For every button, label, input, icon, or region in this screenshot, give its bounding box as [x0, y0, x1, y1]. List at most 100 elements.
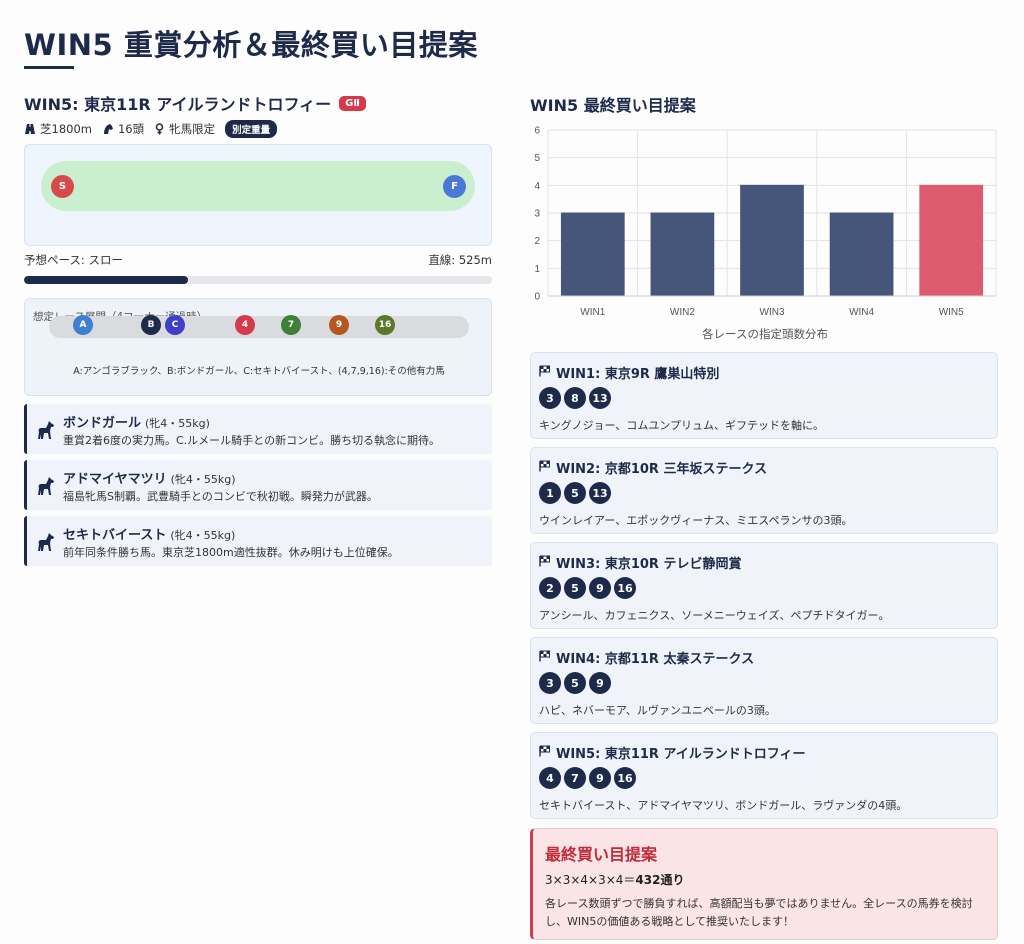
runners-meta: 16頭: [102, 121, 144, 137]
y-tick-label: 1: [534, 264, 540, 275]
win-title: WIN4: 京都11R 太秦ステークス: [539, 648, 754, 667]
bar-win3: [740, 184, 804, 297]
formation-legend: A:アンゴラブラック、B:ボンドガール、C:セキトバイースト、(4,7,9,16…: [73, 366, 445, 377]
race-header: WIN5: 東京11R アイルランドトロフィー GⅡ: [24, 92, 492, 114]
win-card-4: WIN4: 京都11R 太秦ステークス 3 5 9 ハピ、ネバーモア、ルヴァンユニベール…: [530, 637, 998, 724]
pace-bar-fill: [24, 276, 188, 284]
pick-row: 2 5 9 16: [539, 577, 639, 599]
pace-label: 予想ペース: スロー: [24, 253, 123, 267]
pick-row: 1 5 13: [539, 482, 614, 504]
bar-win4: [829, 212, 894, 297]
weight-rule-badge: 別定重量: [225, 120, 278, 138]
formation-horse-4: 4: [235, 315, 255, 335]
straight-label: 直線: 525m: [428, 253, 492, 267]
horse-info: (牝4・55kg): [170, 529, 236, 542]
final-formula: 3×3×4×3×4＝432通り: [545, 873, 685, 887]
win-title: WIN3: 東京10R テレビ静岡賞: [539, 553, 741, 572]
win-card-2: WIN2: 京都10R 三年坂ステークス 1 5 13 ウインレイアー、エポックヴィーナ…: [530, 447, 998, 534]
pick-number: 16: [614, 767, 636, 789]
final-total: 432通り: [635, 873, 685, 887]
y-tick-label: 5: [534, 153, 540, 164]
horse-icon: [35, 531, 57, 557]
pick-number: 5: [564, 672, 586, 694]
win-description: セキトバイースト、アドマイヤマツリ、ボンドガール、ラヴァンダの4頭。: [539, 799, 908, 812]
y-tick-label: 3: [534, 209, 540, 220]
chart-svg: 0 1 2 3 4 5 6 WIN1 WIN2 WIN3 WIN4 WIN5: [534, 126, 997, 318]
finish-marker: F: [443, 175, 466, 198]
pick-number: 9: [589, 577, 611, 599]
chart-xlabel: 各レースの指定頭数分布: [702, 327, 828, 341]
formation-horse-C: C: [165, 315, 185, 335]
pick-number: 7: [564, 767, 586, 789]
formation-diagram: 想定レース展開（4コーナー通過時） ABC47916 A:アンゴラブラック、B:…: [24, 298, 492, 396]
checkered-flag-icon: [539, 460, 556, 476]
horse-icon: [35, 419, 57, 445]
pick-number: 4: [539, 767, 561, 789]
pick-number: 5: [564, 482, 586, 504]
formation-horse-9: 9: [329, 315, 349, 335]
pick-number: 1: [539, 482, 561, 504]
win-description: キングノジョー、コムユンプリュム、ギフテッドを軸に。: [539, 419, 825, 432]
win-description: アンシール、カフェニクス、ソーメニーウェイズ、ペプチドタイガー。: [539, 609, 890, 622]
formation-horse-A: A: [73, 315, 93, 335]
pick-number: 5: [564, 577, 586, 599]
pick-number: 9: [589, 767, 611, 789]
checkered-flag-icon: [539, 555, 556, 571]
win-description: ウインレイアー、エポックヴィーナス、ミエスペランサの3頭。: [539, 514, 853, 527]
x-tick-label: WIN1: [580, 307, 605, 318]
horse-name: セキトバイースト (牝4・55kg): [63, 528, 236, 543]
horse-card: セキトバイースト (牝4・55kg) 前年同条件勝ち馬。東京芝1800m適性抜群。休…: [24, 516, 492, 566]
x-tick-label: WIN3: [760, 307, 785, 318]
checkered-flag-icon: [539, 650, 556, 666]
pick-number: 2: [539, 577, 561, 599]
y-tick-label: 6: [534, 126, 540, 137]
win-title: WIN1: 東京9R 鷹巣山特別: [539, 363, 719, 382]
grade-badge: GⅡ: [339, 95, 366, 111]
horse-description: 前年同条件勝ち馬。東京芝1800m適性抜群。休み明けも上位確保。: [63, 546, 399, 559]
horse-name: ボンドガール (牝4・55kg): [63, 416, 210, 431]
pace-bar: [24, 276, 492, 284]
final-proposal: 最終買い目提案 3×3×4×3×4＝432通り 各レース数頭ずつで勝負すれば、高…: [530, 828, 998, 940]
formation-horse-7: 7: [281, 315, 301, 335]
win-card-5: WIN5: 東京11R アイルランドトロフィー 4 7 9 16 セキトバイースト、アドマ…: [530, 732, 998, 819]
bar-win2: [650, 212, 715, 297]
horse-head-icon: [103, 124, 113, 134]
formation-horse-16: 16: [375, 315, 395, 335]
x-tick-label: WIN4: [849, 307, 874, 318]
y-tick-label: 0: [534, 292, 540, 303]
condition-meta: 牝馬限定: [154, 121, 215, 137]
venus-icon: [155, 123, 164, 135]
x-tick-label: WIN2: [670, 307, 695, 318]
formation-horse-B: B: [141, 315, 161, 335]
final-title: 最終買い目提案: [545, 845, 658, 864]
horse-description: 重賞2着6度の実力馬。C.ルメール騎手との新コンビ。勝ち切る執念に期待。: [63, 434, 441, 447]
race-title: WIN5: 東京11R アイルランドトロフィー: [24, 95, 332, 114]
start-marker: S: [51, 175, 74, 198]
formation-track: [49, 316, 469, 338]
horse-icon: [35, 475, 57, 501]
checkered-flag-icon: [539, 365, 556, 381]
pick-row: 4 7 9 16: [539, 767, 639, 789]
pick-row: 359: [539, 672, 614, 694]
win-card-1: WIN1: 東京9R 鷹巣山特別 3 8 13 キングノジョー、コムユンプリュム、ギフテ…: [530, 352, 998, 439]
bar-chart: 0 1 2 3 4 5 6 WIN1 WIN2 WIN3 WIN4 WIN5: [530, 124, 1000, 346]
horse-info: (牝4・55kg): [170, 473, 236, 486]
road-icon: [25, 124, 35, 134]
title-underline: [24, 66, 74, 69]
horse-info: (牝4・55kg): [145, 417, 210, 430]
pick-number: 16: [614, 577, 636, 599]
bar-win5: [919, 184, 984, 297]
pick-number: 8: [564, 387, 586, 409]
y-tick-label: 2: [534, 236, 540, 247]
page-title: WIN5 重賞分析＆最終買い目提案: [24, 28, 478, 62]
win-description: ハピ、ネバーモア、ルヴァンユニベールの3頭。: [539, 704, 776, 717]
pick-row: 3 8 13: [539, 387, 614, 409]
pick-number: 3: [539, 672, 561, 694]
win5-panel: WIN5 最終買い目提案 0 1 2 3 4 5 6 WIN1 WIN2 WIN3 WIN4 WIN5…: [530, 92, 998, 940]
final-description: 各レース数頭ずつで勝負すれば、高額配当も夢ではありません。全レースの馬券を検討し…: [545, 897, 973, 928]
chart-heading: WIN5 最終買い目提案: [530, 96, 696, 115]
pick-number: 3: [539, 387, 561, 409]
pace-row: 予想ペース: スロー 直線: 525m: [24, 252, 492, 268]
horse-card: ボンドガール (牝4・55kg) 重賞2着6度の実力馬。C.ルメール騎手との新コンビ…: [24, 404, 492, 454]
bar-win1: [560, 212, 625, 297]
